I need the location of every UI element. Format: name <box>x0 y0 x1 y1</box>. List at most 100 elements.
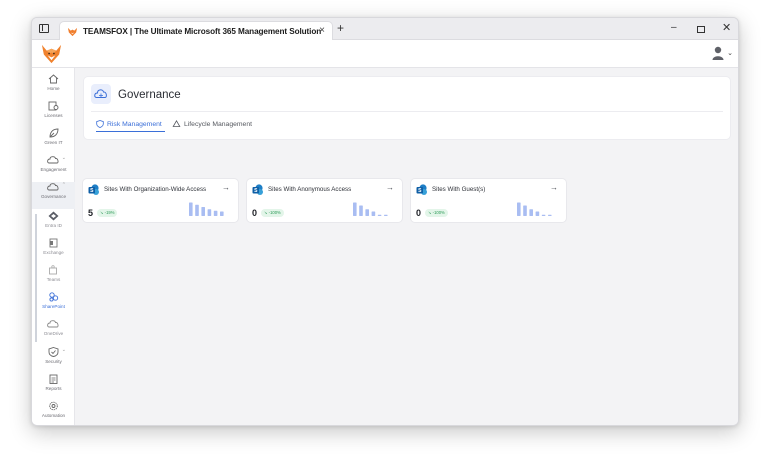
chevron-up-icon[interactable]: ⌃ <box>62 182 66 188</box>
chevron-down-icon[interactable]: ⌄ <box>62 347 66 353</box>
sparkline-bar <box>523 205 527 216</box>
leaf-icon <box>49 128 59 138</box>
sidebar-item-label: Reports <box>45 386 62 391</box>
sidebar-item-green-it[interactable]: Green IT <box>32 128 75 155</box>
fox-logo-icon <box>67 27 78 36</box>
metric-title: Sites With Organization-Wide Access <box>104 186 207 193</box>
trend-badge: ↘ -100% <box>425 209 448 217</box>
teams-icon <box>49 265 57 275</box>
sidebar-item-label: Governance <box>40 194 67 199</box>
sidebar-item-governance[interactable]: ⌃ Governance <box>32 182 75 209</box>
sidebar-item-label: Teams <box>46 277 61 282</box>
sparkline-bar <box>529 209 533 216</box>
sidebar: Home Licenses Green IT ⌄ Engagement ⌃ Go… <box>32 68 75 425</box>
close-window-icon[interactable]: ✕ <box>722 21 731 35</box>
sharepoint-icon: S <box>252 184 263 195</box>
chevron-down-icon[interactable]: ⌄ <box>62 155 66 161</box>
tab-risk-management[interactable]: Risk Management <box>96 120 162 128</box>
metric-value: 0 <box>252 208 258 218</box>
maximize-icon[interactable] <box>697 26 705 33</box>
sparkline-bar <box>195 204 199 216</box>
sparkline-bar <box>207 209 212 216</box>
engagement-icon <box>47 156 59 164</box>
governance-header-card: Governance Risk Management Lifecycle Man… <box>84 77 730 139</box>
sidebar-item-automation[interactable]: Automation <box>32 401 75 425</box>
chevron-down-icon[interactable]: ⌄ <box>727 49 733 57</box>
title-bar: TEAMSFOX | The Ultimate Microsoft 365 Ma… <box>32 18 738 40</box>
sparkline-bar <box>201 207 205 216</box>
trend-badge: ↘ -19% <box>97 209 118 217</box>
sparkline-bar <box>384 214 388 216</box>
metric-card-org-wide-access[interactable]: S Sites With Organization-Wide Access → … <box>83 179 238 222</box>
sidebar-item-label: Automation <box>41 413 66 418</box>
sparkline-chart <box>189 202 224 216</box>
cloud-icon <box>94 89 107 98</box>
minimize-icon[interactable]: – <box>671 21 677 35</box>
metric-title: Sites With Anonymous Access <box>268 186 352 193</box>
shield-icon <box>48 347 59 357</box>
sidebar-item-licenses[interactable]: Licenses <box>32 101 75 128</box>
browser-tab[interactable]: TEAMSFOX | The Ultimate Microsoft 365 Ma… <box>59 21 333 40</box>
sidebar-item-home[interactable]: Home <box>32 74 75 101</box>
shield-icon <box>96 120 104 128</box>
sparkline-bar <box>359 205 363 216</box>
sidebar-item-reports[interactable]: Reports <box>32 374 75 401</box>
new-tab-icon[interactable]: + <box>337 22 344 35</box>
cloud-icon <box>47 183 59 191</box>
sidebar-item-entra-id[interactable]: Entra ID <box>32 211 75 238</box>
metric-card-anonymous-access[interactable]: S Sites With Anonymous Access → 0 ↘ -100… <box>247 179 402 222</box>
sidebar-item-label: Green IT <box>44 140 63 145</box>
sidebar-item-onedrive[interactable]: OneDrive <box>32 319 75 346</box>
sidebar-item-label: Entra ID <box>45 223 62 228</box>
sidebar-item-security[interactable]: ⌄ Security <box>32 347 75 374</box>
sidebar-item-sharepoint[interactable]: SharePoint <box>32 292 75 319</box>
sparkline-bar <box>213 210 218 216</box>
arrow-right-icon[interactable]: → <box>550 183 558 192</box>
exchange-icon <box>49 238 58 248</box>
license-icon <box>48 101 59 111</box>
sidebar-item-label: Exchange <box>43 250 64 255</box>
app-header: ⌄ <box>32 40 738 68</box>
teamsfox-logo-icon[interactable] <box>40 42 63 65</box>
metric-value: 5 <box>88 208 94 218</box>
tab-title: TEAMSFOX | The Ultimate Microsoft 365 Ma… <box>83 26 322 36</box>
trend-badge: ↘ -100% <box>261 209 284 217</box>
sidebar-item-label: Engagement <box>40 167 67 172</box>
sidebar-item-teams[interactable]: Teams <box>32 265 75 292</box>
sidebar-item-exchange[interactable]: Exchange <box>32 238 75 265</box>
sparkline-bar <box>377 214 382 216</box>
sparkline-bar <box>220 211 224 216</box>
sharepoint-icon: S <box>416 184 427 195</box>
home-icon <box>48 74 59 84</box>
tab-close-icon[interactable]: × <box>319 25 325 36</box>
window-menu-icon[interactable] <box>39 24 49 33</box>
divider <box>91 111 723 112</box>
arrow-right-icon[interactable]: → <box>386 183 394 192</box>
user-avatar-icon[interactable] <box>712 46 724 60</box>
sparkline-bar <box>535 211 540 216</box>
sparkline-bar <box>353 202 357 216</box>
main-content: Governance Risk Management Lifecycle Man… <box>75 68 738 425</box>
sidebar-item-label: Licenses <box>44 113 63 118</box>
sidebar-item-label: SharePoint <box>42 304 65 309</box>
active-tab-indicator <box>96 131 165 133</box>
recycle-icon <box>172 120 181 127</box>
sharepoint-icon: S <box>88 184 99 195</box>
tab-label: Lifecycle Management <box>184 120 253 128</box>
sidebar-item-label: OneDrive <box>43 331 64 336</box>
sidebar-item-engagement[interactable]: ⌄ Engagement <box>32 155 75 182</box>
onedrive-icon <box>47 320 59 328</box>
sharepoint-icon <box>49 292 59 302</box>
governance-icon-box <box>91 84 111 104</box>
sparkline-bar <box>189 202 193 216</box>
metric-card-guests[interactable]: S Sites With Guest(s) → 0 ↘ -100% <box>411 179 566 222</box>
metric-title: Sites With Guest(s) <box>432 186 486 193</box>
tab-label: Risk Management <box>107 120 162 128</box>
sparkline-chart <box>517 202 552 216</box>
sparkline-chart <box>353 202 388 216</box>
report-icon <box>49 374 58 384</box>
arrow-right-icon[interactable]: → <box>222 183 230 192</box>
sparkline-bar <box>541 214 546 216</box>
sparkline-bar <box>548 214 552 216</box>
tab-lifecycle-management[interactable]: Lifecycle Management <box>172 120 252 128</box>
